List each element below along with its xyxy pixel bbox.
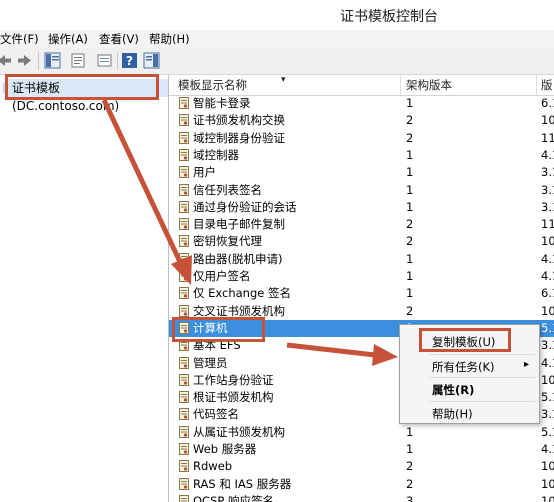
annotation-arrows (101, 98, 398, 366)
annotation-arrow-tree-to-computer (101, 98, 192, 285)
annotation-arrow-computer-to-menu (286, 342, 398, 366)
